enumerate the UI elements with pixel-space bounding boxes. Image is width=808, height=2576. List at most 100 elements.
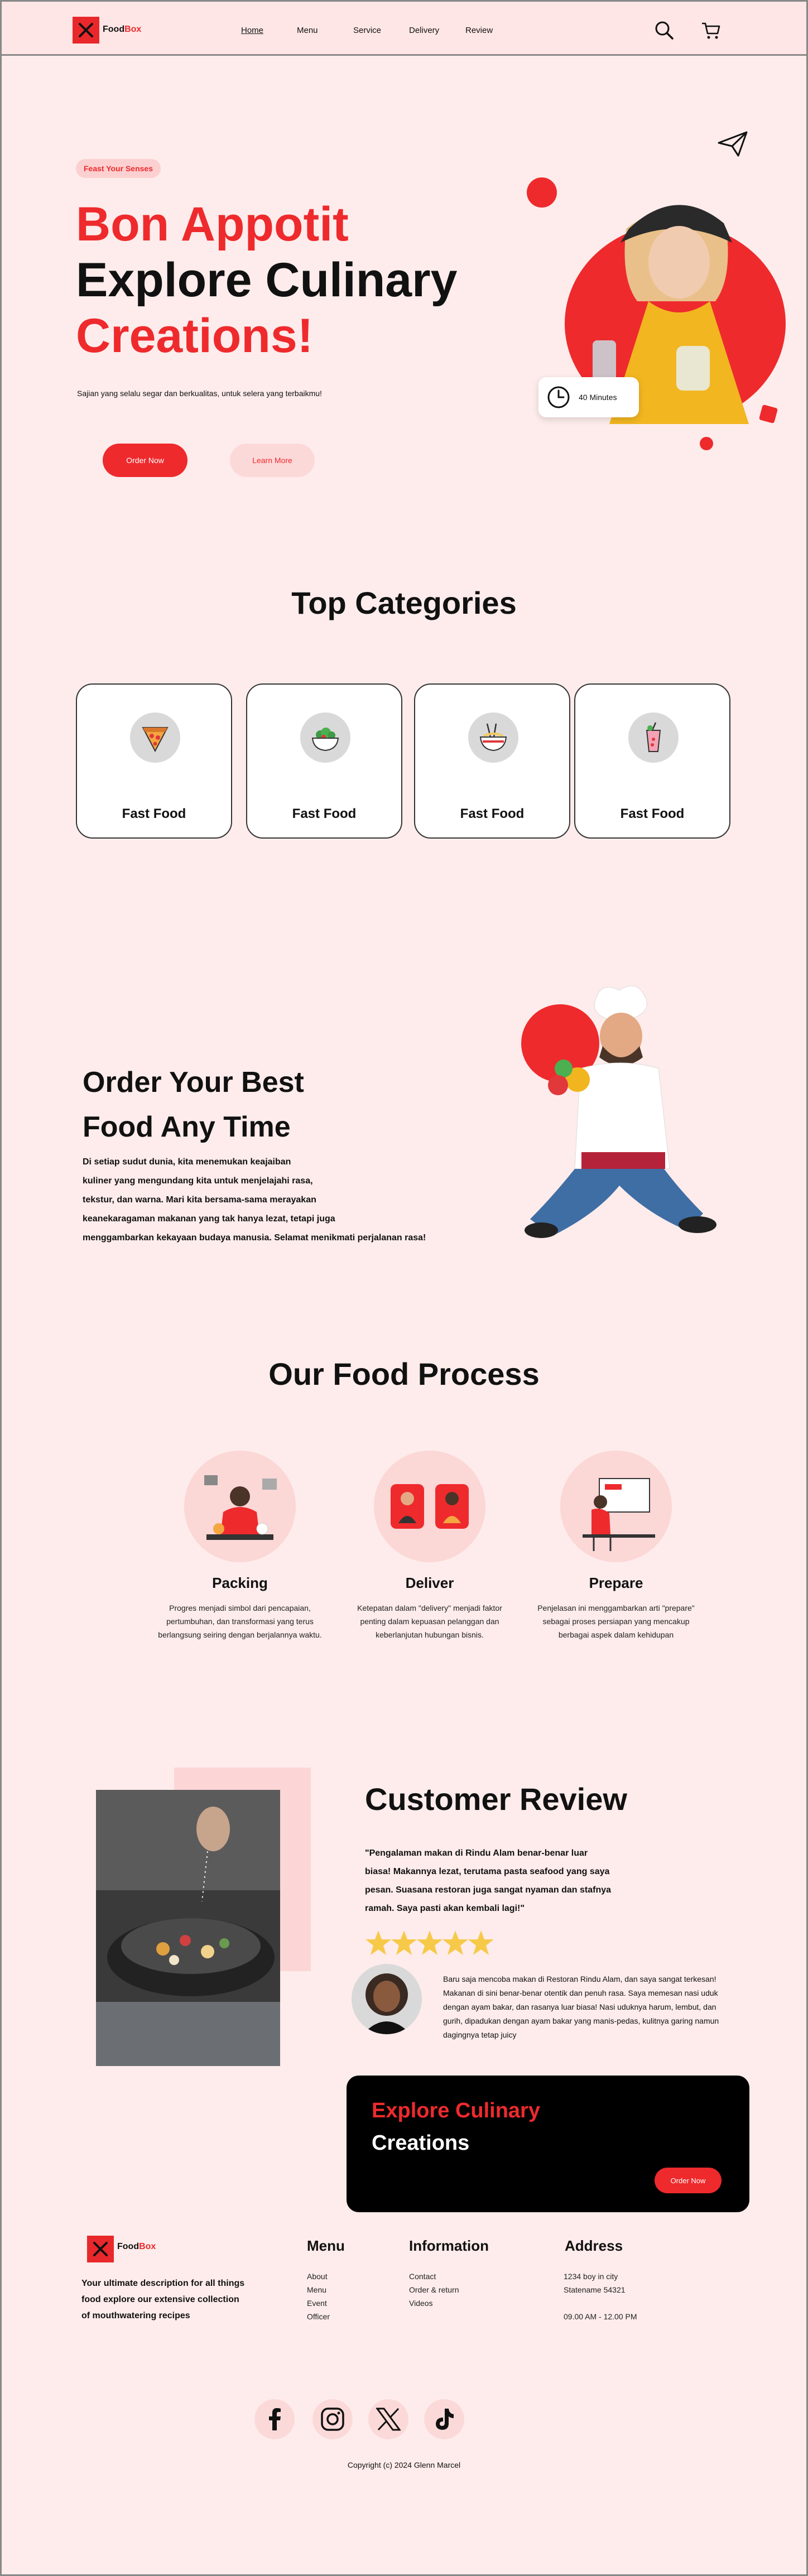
cta-order-button[interactable]: Order Now — [655, 2168, 722, 2193]
clock-icon — [547, 386, 570, 408]
process-desc-line: berbagai aspek dalam kehidupan — [558, 1630, 674, 1639]
packing-illustration — [184, 1451, 296, 1562]
footer-link[interactable]: Officer — [307, 2312, 330, 2321]
footer-desc-line: food explore our extensive collection — [81, 2295, 239, 2304]
tiktok-icon — [436, 2409, 454, 2430]
review-detail-line: dagingnya tetap juicy — [443, 2030, 517, 2039]
process-desc-line: keberlanjutan hubungan bisnis. — [376, 1630, 484, 1639]
review-heading: Customer Review — [365, 1781, 627, 1817]
chef-image — [525, 985, 716, 1238]
nav-link-service[interactable]: Service — [353, 26, 381, 35]
x-twitter-icon — [376, 2408, 401, 2431]
process-heading: Our Food Process — [268, 1356, 540, 1391]
footer-hours: 09.00 AM - 12.00 PM — [564, 2312, 637, 2321]
review-quote-line: pesan. Suasana restoran juga sangat nyam… — [365, 1885, 612, 1895]
hero-order-button[interactable]: Order Now — [103, 444, 187, 477]
process-desc-line: penting dalam kepuasan pelanggan dan — [360, 1617, 499, 1626]
footer-address-title: Address — [565, 2237, 623, 2254]
footer-info-title: Information — [409, 2237, 489, 2254]
decor-dot — [527, 177, 557, 208]
nav-link-home[interactable]: Home — [241, 26, 263, 35]
noodle-bowl-icon — [468, 712, 518, 763]
hero-badge: Feast Your Senses — [76, 159, 161, 178]
review-quote: "Pengalaman makan di Rindu Alam benar-be… — [365, 1844, 611, 1918]
category-card[interactable]: Fast Food — [246, 683, 402, 839]
process-step-title: Prepare — [589, 1575, 643, 1591]
review-detail-line: dengan ayam bakar, dan rasanya luar bias… — [443, 2002, 716, 2011]
process-step-title: Deliver — [405, 1575, 454, 1591]
order-title-line2: Food Any Time — [83, 1111, 291, 1143]
process-step-desc: Penjelasan ini menggambarkan arti "prepa… — [516, 1601, 716, 1641]
five-star-rating-icon — [365, 1930, 493, 1955]
footer-desc-line: of mouthwatering recipes — [81, 2311, 190, 2320]
process-desc-line: Penjelasan ini menggambarkan arti "prepa… — [537, 1604, 695, 1612]
footer-link[interactable]: Menu — [307, 2285, 326, 2294]
nav-link-menu[interactable]: Menu — [297, 26, 318, 35]
cta-title-line2: Creations — [372, 2131, 470, 2155]
category-card[interactable]: Fast Food — [414, 683, 570, 839]
top-navbar: FoodBox Home Menu Service Delivery Revie… — [0, 0, 808, 56]
footer-logo-icon[interactable] — [87, 2236, 114, 2262]
rating-stars — [365, 1929, 493, 1958]
process-step-title: Packing — [212, 1575, 268, 1591]
category-label: Fast Food — [122, 806, 186, 821]
footer-address-line: 1234 boy in city — [564, 2272, 618, 2281]
footer-link[interactable]: Event — [307, 2299, 327, 2308]
category-card[interactable]: Fast Food — [76, 683, 232, 839]
category-card[interactable]: Fast Food — [574, 683, 730, 839]
food-photo — [96, 1790, 280, 2066]
facebook-button[interactable] — [254, 2399, 295, 2439]
pizza-icon — [130, 712, 180, 763]
footer-menu-title: Menu — [307, 2237, 345, 2254]
nav-link-review[interactable]: Review — [465, 26, 493, 35]
order-title-line1: Order Your Best — [83, 1066, 304, 1099]
hero-learn-more-button[interactable]: Learn More — [230, 444, 315, 477]
footer-brand-name: FoodBox — [117, 2242, 156, 2251]
prepare-illustration — [560, 1451, 672, 1562]
footer-desc-line: Your ultimate description for all things — [81, 2279, 245, 2288]
order-body-line: keanekaragaman makanan yang tak hanya le… — [83, 1214, 335, 1224]
category-label: Fast Food — [292, 806, 357, 821]
footer-address-line: Statename 54321 — [564, 2285, 626, 2294]
fork-knife-icon — [79, 23, 93, 37]
x-twitter-button[interactable] — [368, 2399, 408, 2439]
review-detail-line: Baru saja mencoba makan di Restoran Rind… — [443, 1975, 716, 1983]
process-desc-line: Ketepatan dalam "delivery" menjadi fakto… — [357, 1604, 502, 1612]
delivery-time-card: 40 Minutes — [538, 377, 639, 417]
process-desc-line: berlangsung seiring dengan berjalannya w… — [158, 1630, 322, 1639]
review-detail: Baru saja mencoba makan di Restoran Rind… — [443, 1972, 719, 2042]
search-icon[interactable] — [654, 20, 674, 40]
deliver-illustration — [374, 1451, 485, 1562]
hero-title-line3: Creations! — [76, 309, 314, 363]
facebook-icon — [269, 2408, 281, 2430]
logo-icon[interactable] — [73, 17, 99, 44]
drink-icon — [628, 712, 679, 763]
order-body: Di setiap sudut dunia, kita menemukan ke… — [83, 1153, 426, 1248]
decor-dot-small — [700, 437, 713, 450]
review-detail-line: gurih, dipadukan dengan ayam bakar yang … — [443, 2016, 719, 2025]
process-desc-line: sebagai proses persiapan yang mencakup — [542, 1617, 690, 1626]
footer-link[interactable]: Contact — [409, 2272, 436, 2281]
categories-heading: Top Categories — [291, 585, 517, 620]
copyright-text: Copyright (c) 2024 Glenn Marcel — [347, 2461, 461, 2469]
paper-plane-icon — [718, 131, 748, 157]
footer-link[interactable]: Videos — [409, 2299, 433, 2308]
nav-link-delivery[interactable]: Delivery — [409, 26, 439, 35]
hero-title-line1: Bon Appotit — [76, 198, 349, 251]
hero-subtitle: Sajian yang selalu segar dan berkualitas… — [77, 389, 322, 398]
review-quote-line: ramah. Saya pasti akan kembali lagi!" — [365, 1904, 525, 1913]
footer-link[interactable]: Order & return — [409, 2285, 459, 2294]
instagram-button[interactable] — [312, 2399, 353, 2439]
cart-icon[interactable] — [701, 21, 721, 40]
process-step-desc: Progres menjadi simbol dari pencapaian, … — [140, 1601, 340, 1641]
category-label: Fast Food — [460, 806, 525, 821]
tiktok-button[interactable] — [424, 2399, 464, 2439]
instagram-icon — [321, 2408, 344, 2431]
review-quote-line: biasa! Makannya lezat, terutama pasta se… — [365, 1867, 610, 1876]
category-label: Fast Food — [620, 806, 685, 821]
process-desc-line: Progres menjadi simbol dari pencapaian, — [169, 1604, 311, 1612]
salad-bowl-icon — [300, 712, 350, 763]
fork-knife-icon — [93, 2242, 108, 2256]
footer-link[interactable]: About — [307, 2272, 328, 2281]
order-body-line: tekstur, dan warna. Mari kita bersama-sa… — [83, 1195, 316, 1205]
